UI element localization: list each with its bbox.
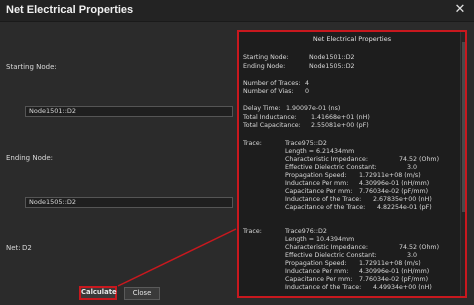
results-heading: Net Electrical Properties [312,35,392,43]
trace-1-name: Trace975::D2 [285,140,327,147]
trace-1-row-label: Inductance of the Trace: [285,196,362,203]
trace-2-row-value: 74.52 (Ohm) [399,244,440,251]
scrollbar-thumb[interactable] [462,42,465,212]
delay-label: Delay Time: [243,105,281,112]
trace-1-row-value: 4.82254e-01 (pF) [377,204,432,211]
trace-1-length: Length = 6.21434mm [285,148,355,155]
trace-2-row-label: Effective Dielectric Constant: [285,252,377,259]
traces-count-label: Number of Traces: [243,80,301,87]
ending-node-label: Ending Node: [6,154,53,162]
starting-node-label: Starting Node: [6,63,57,71]
trace-2-row-value: 4.49934e+00 (nH) [373,284,432,291]
trace-2-row-label: Propagation Speed: [285,260,347,267]
calculate-button[interactable]: Calculate [79,286,117,300]
starting-node-field[interactable]: Node1501::D2 [25,106,233,117]
trace-1-row-label: Capacitance of the Trace: [285,204,366,211]
trace-1-row-label: Effective Dielectric Constant: [285,164,377,171]
trace-1-row-value: 4.30996e-01 (nH/mm) [359,180,430,187]
capacitance-value: 2.55081e+00 (pF) [311,122,369,129]
capacitance-label: Total Capacitance: [243,122,301,129]
trace-2-row-value: 3.0 [407,252,418,259]
trace-2-length: Length = 10.4394mm [285,236,355,243]
title-bar: Net Electrical Properties ✕ [0,0,474,22]
results-starting-label: Starting Node: [243,54,289,61]
trace-1-row-value: 3.0 [407,164,418,171]
trace-1-row-value: 7.76034e-02 (pF/mm) [359,188,429,195]
trace-2-row-label: Capacitance Per mm: [285,276,353,283]
ending-node-field[interactable]: Node1505::D2 [25,197,233,208]
results-panel[interactable]: Net Electrical Properties Starting Node:… [237,30,467,298]
net-value: D2 [22,244,32,252]
trace-2-row-label: Characteristic Impedance: [285,244,368,251]
delay-value: 1.90097e-01 (ns) [286,105,341,112]
trace-2-row-label: Inductance Per mm: [285,268,349,275]
trace-2-row-value: 1.72911e+08 (m/s) [359,260,421,267]
trace-1-row-label: Characteristic Impedance: [285,156,368,163]
trace-2-name: Trace976::D2 [285,228,327,235]
trace-1-row-label: Propagation Speed: [285,172,347,179]
trace-2-row-value: 4.30996e-01 (nH/mm) [359,268,430,275]
results-scrollbar[interactable] [460,32,465,296]
window-title: Net Electrical Properties [6,4,134,16]
results-ending-value: Node1505::D2 [309,63,355,70]
trace-1-word: Trace: [243,140,262,147]
traces-count-value: 4 [305,80,310,87]
vias-count-value: 0 [305,88,310,95]
trace-2-row-label: Inductance of the Trace: [285,284,362,291]
results-starting-value: Node1501::D2 [309,54,355,61]
trace-1-row-value: 1.72911e+08 (m/s) [359,172,421,179]
close-icon[interactable]: ✕ [453,2,467,18]
inductance-label: Total Inductance: [243,114,297,121]
trace-1-row-label: Capacitance Per mm: [285,188,353,195]
inductance-value: 1.41668e+01 (nH) [311,114,370,121]
vias-count-label: Number of Vias: [243,88,294,95]
trace-1-row-value: 74.52 (Ohm) [399,156,440,163]
net-label: Net: [6,244,21,252]
trace-1-row-label: Inductance Per mm: [285,180,349,187]
trace-2-row-value: 7.76034e-02 (pF/mm) [359,276,429,283]
results-ending-label: Ending Node: [243,63,286,70]
trace-1-row-value: 2.67835e+00 (nH) [373,196,432,203]
trace-2-word: Trace: [243,228,262,235]
close-button[interactable]: Close [124,287,160,300]
